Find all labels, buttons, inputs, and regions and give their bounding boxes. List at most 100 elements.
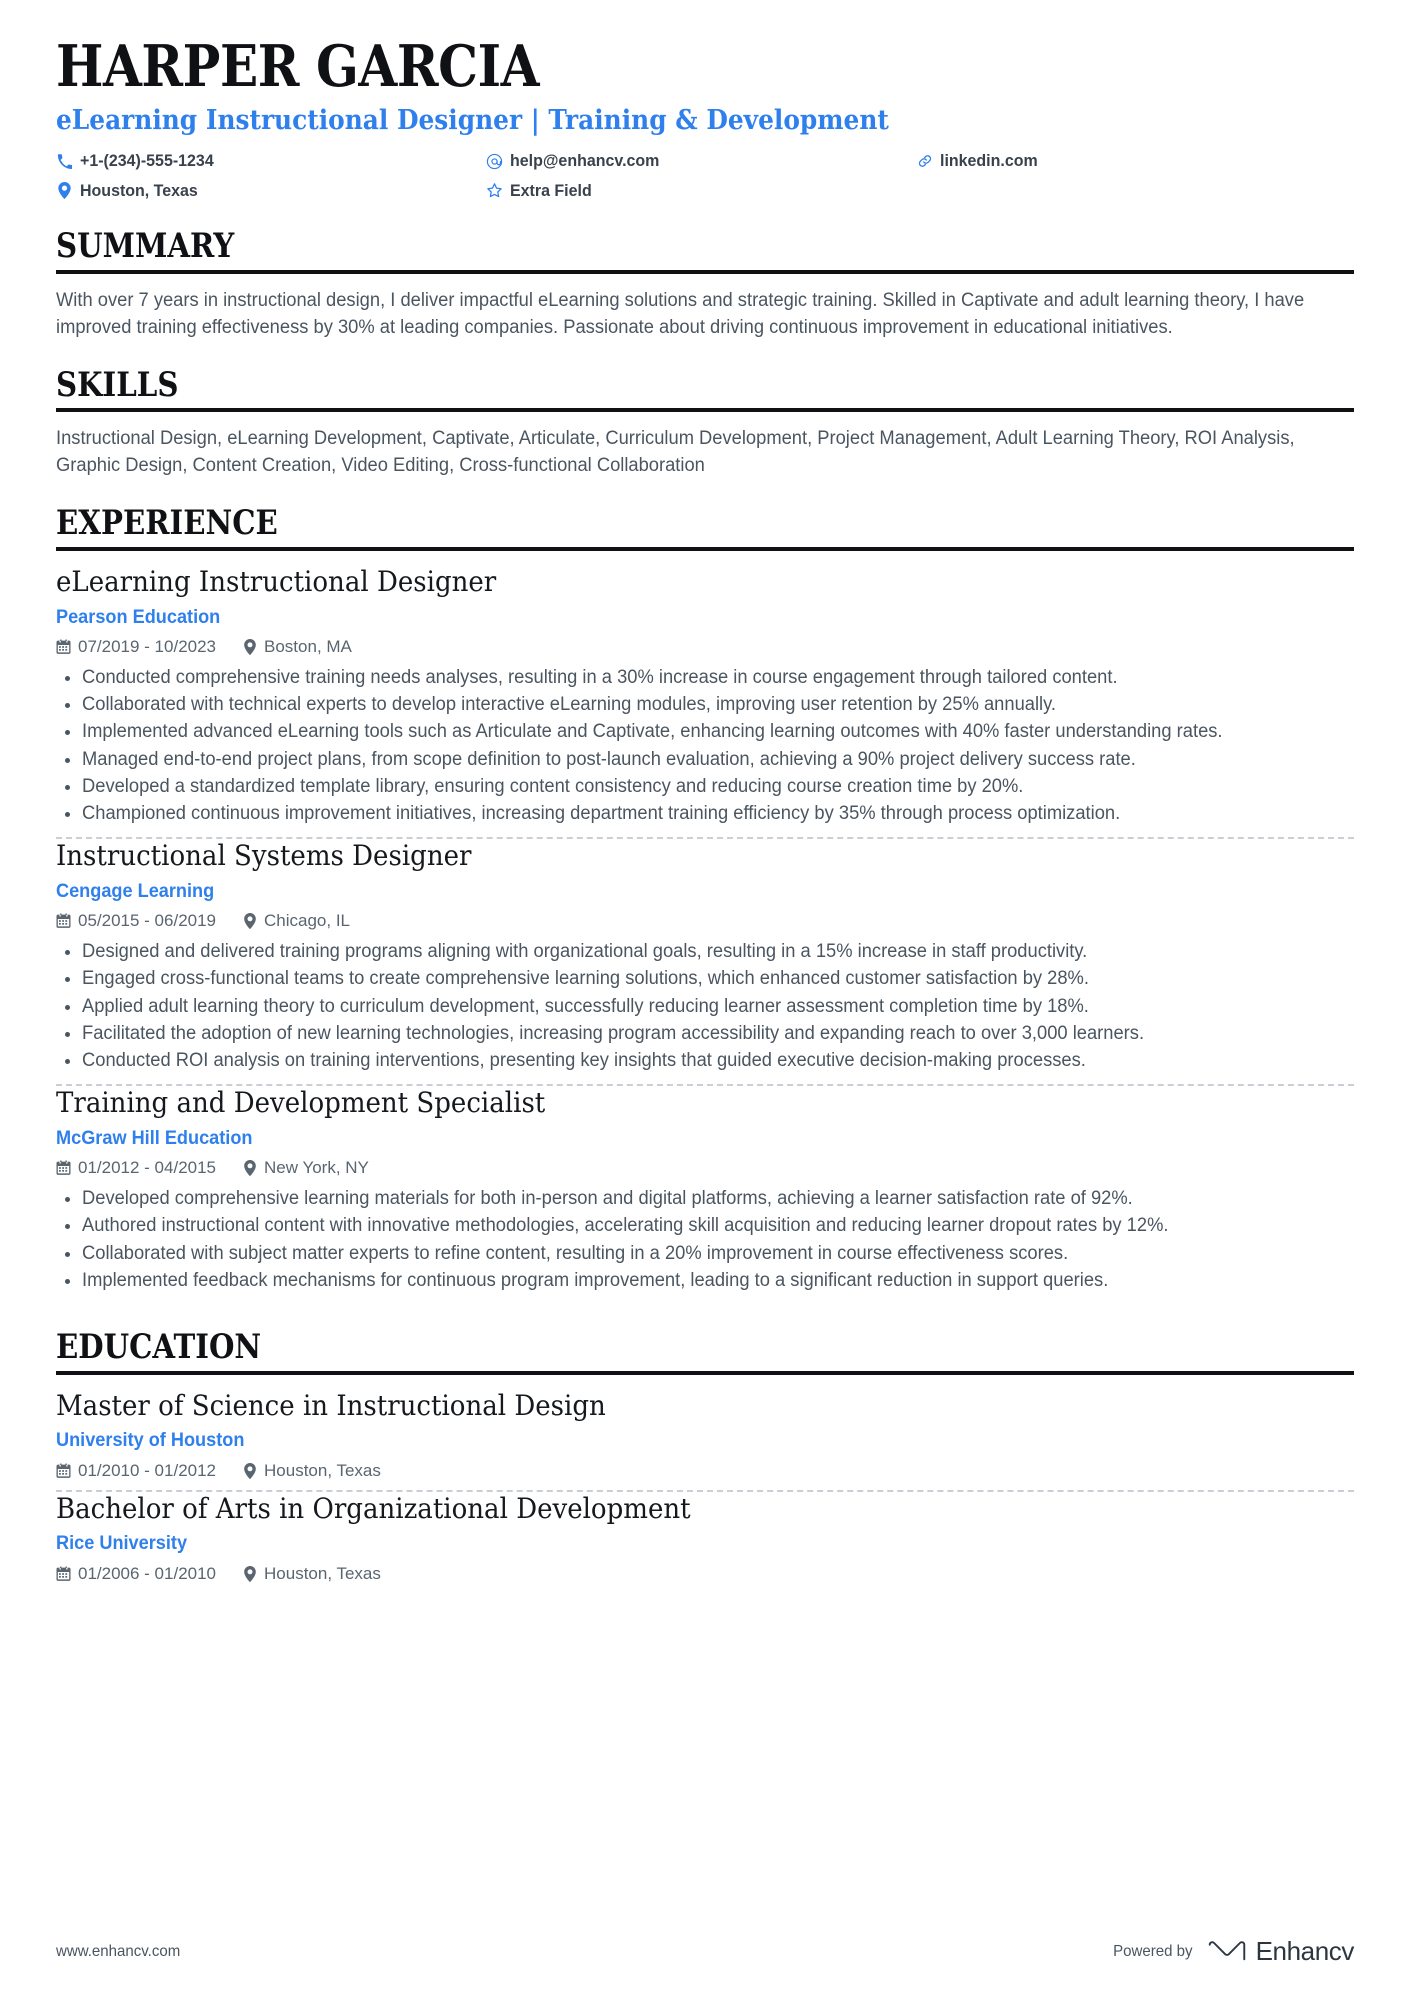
- bullet-item: Championed continuous improvement initia…: [56, 801, 1354, 827]
- bullet-item: Engaged cross-functional teams to create…: [56, 966, 1354, 992]
- bullet-text: Conducted ROI analysis on training inter…: [82, 1050, 1086, 1072]
- education-entries: Master of Science in Instructional Desig…: [56, 1389, 1354, 1593]
- bullet-text: Collaborated with technical experts to d…: [82, 694, 1057, 716]
- bullet-text: Developed a standardized template librar…: [82, 775, 1024, 797]
- entry-dates: 05/2015 - 06/2019: [56, 911, 216, 931]
- location-pin-icon: [242, 639, 257, 655]
- entry: Training and Development Specialist McGra…: [56, 1086, 1354, 1304]
- contact-phone[interactable]: +1-(234)-555-1234: [56, 149, 486, 174]
- entry: Master of Science in Instructional Desig…: [56, 1389, 1354, 1490]
- calendar-icon: [56, 1566, 71, 1582]
- bullet-text: Implemented advanced eLearning tools suc…: [82, 721, 1223, 743]
- education-rule: [56, 1370, 1354, 1375]
- bullet-item: Designed and delivered training programs…: [56, 939, 1354, 965]
- entry-meta: 07/2019 - 10/2023 Boston, MA: [56, 637, 1354, 657]
- enhancv-wordmark: Enhancv: [1255, 1936, 1355, 1966]
- entry-organization[interactable]: Cengage Learning: [56, 878, 1263, 904]
- section-summary: SUMMARY With over 7 years in instruction…: [56, 226, 1354, 342]
- entry-title: Bachelor of Arts in Organizational Devel…: [56, 1491, 691, 1525]
- entry-location-text: Houston, Texas: [264, 1563, 381, 1583]
- page-footer: www.enhancv.com Powered by Enhancv: [56, 1936, 1354, 1967]
- contact-link[interactable]: linkedin.com: [916, 149, 1354, 174]
- contact-email[interactable]: help@enhancv.com: [486, 149, 916, 174]
- contact-email-text: help@enhancv.com: [510, 150, 660, 170]
- footer-brand: Powered by Enhancv: [1108, 1936, 1354, 1967]
- experience-heading: EXPERIENCE: [56, 503, 278, 544]
- education-heading: EDUCATION: [56, 1327, 262, 1368]
- bullet-item: Applied adult learning theory to curricu…: [56, 994, 1354, 1020]
- bullet-item: Developed comprehensive learning materia…: [56, 1186, 1354, 1212]
- entry-bullets: Conducted comprehensive training needs a…: [56, 665, 1354, 827]
- contact-phone-text: +1-(234)-555-1234: [80, 150, 214, 170]
- entry-dates: 01/2012 - 04/2015: [56, 1158, 216, 1178]
- location-pin-icon: [242, 913, 257, 930]
- bullet-item: Facilitated the adoption of new learning…: [56, 1021, 1354, 1047]
- entry-meta: 01/2006 - 01/2010 Houston, Texas: [56, 1564, 1354, 1584]
- entry-meta: 01/2012 - 04/2015 New York, NY: [56, 1158, 1354, 1178]
- section-skills: SKILLS Instructional Design, eLearning D…: [56, 364, 1354, 481]
- entry-organization[interactable]: University of Houston: [56, 1427, 1263, 1453]
- summary-rule: [56, 269, 1354, 274]
- entry: Instructional Systems Designer Cengage Le…: [56, 839, 1354, 1084]
- experience-rule: [56, 547, 1354, 552]
- resume-header: HARPER GARCIA eLearning Instructional De…: [56, 33, 1354, 204]
- contact-extra-field-text: Extra Field: [510, 180, 592, 200]
- calendar-icon: [56, 639, 71, 655]
- calendar-icon: [56, 1463, 71, 1479]
- entry-dates-text: 01/2010 - 01/2012: [78, 1460, 217, 1480]
- candidate-name: HARPER GARCIA: [56, 33, 540, 100]
- location-pin-icon: [242, 1462, 257, 1479]
- powered-by-label: Powered by: [1113, 1942, 1193, 1960]
- entry-bullets: Designed and delivered training programs…: [56, 939, 1354, 1074]
- bullet-text: Implemented feedback mechanisms for cont…: [82, 1269, 1109, 1291]
- entry-location: Houston, Texas: [242, 1461, 381, 1481]
- entry-dates: 01/2010 - 01/2012: [56, 1461, 216, 1481]
- phone-icon: [56, 153, 73, 170]
- entry-title: Training and Development Specialist: [56, 1086, 546, 1120]
- entry-location: Chicago, IL: [242, 911, 350, 931]
- entry-location: Boston, MA: [242, 637, 352, 657]
- bullet-item: Collaborated with subject matter experts…: [56, 1241, 1354, 1267]
- location-pin-icon: [242, 1160, 257, 1177]
- bullet-item: Implemented advanced eLearning tools suc…: [56, 719, 1354, 745]
- entry-organization[interactable]: Pearson Education: [56, 604, 1263, 630]
- entry: eLearning Instructional Designer Pearson …: [56, 565, 1354, 837]
- entry-dates: 01/2006 - 01/2010: [56, 1564, 216, 1584]
- entry-location-text: Chicago, IL: [264, 911, 351, 931]
- entry-dates-text: 05/2015 - 06/2019: [78, 911, 217, 931]
- bullet-text: Championed continuous improvement initia…: [82, 803, 1121, 825]
- entry-location: New York, NY: [242, 1158, 369, 1178]
- bullet-text: Authored instructional content with inno…: [82, 1215, 1169, 1237]
- skills-heading: SKILLS: [56, 364, 179, 405]
- location-pin-icon: [242, 1565, 257, 1582]
- contact-link-text: linkedin.com: [940, 150, 1038, 170]
- enhancv-mark-icon: [1208, 1940, 1245, 1960]
- footer-url[interactable]: www.enhancv.com: [56, 1943, 180, 1961]
- bullet-text: Applied adult learning theory to curricu…: [82, 995, 1089, 1017]
- email-icon: [486, 153, 503, 170]
- bullet-text: Facilitated the adoption of new learning…: [82, 1022, 1145, 1044]
- entry-meta: 05/2015 - 06/2019 Chicago, IL: [56, 911, 1354, 931]
- section-experience: EXPERIENCE eLearning Instructional Desig…: [56, 506, 1354, 1304]
- bullet-item: Conducted ROI analysis on training inter…: [56, 1048, 1354, 1074]
- entry-title: Instructional Systems Designer: [56, 839, 472, 873]
- bullet-text: Managed end-to-end project plans, from s…: [82, 748, 1136, 770]
- contact-extra-field[interactable]: Extra Field: [486, 179, 916, 204]
- entry-dates-text: 01/2006 - 01/2010: [78, 1563, 217, 1583]
- entry-title: Master of Science in Instructional Desig…: [56, 1388, 606, 1422]
- summary-heading: SUMMARY: [56, 226, 235, 267]
- entry-meta: 01/2010 - 01/2012 Houston, Texas: [56, 1461, 1354, 1481]
- bullet-item: Conducted comprehensive training needs a…: [56, 665, 1354, 691]
- entry-organization[interactable]: McGraw Hill Education: [56, 1125, 1263, 1151]
- calendar-icon: [56, 1160, 71, 1176]
- skills-text: Instructional Design, eLearning Developm…: [56, 428, 1295, 477]
- skills-rule: [56, 408, 1354, 413]
- entry-organization[interactable]: Rice University: [56, 1530, 1263, 1556]
- contact-location[interactable]: Houston, Texas: [56, 179, 486, 204]
- candidate-headline: eLearning Instructional Designer | Train…: [56, 105, 889, 137]
- bullet-text: Collaborated with subject matter experts…: [82, 1242, 1069, 1264]
- enhancv-logo: Enhancv: [1207, 1936, 1354, 1967]
- bullet-item: Implemented feedback mechanisms for cont…: [56, 1268, 1354, 1294]
- entry-location-text: Boston, MA: [264, 637, 352, 656]
- entry-bullets: Developed comprehensive learning materia…: [56, 1186, 1354, 1294]
